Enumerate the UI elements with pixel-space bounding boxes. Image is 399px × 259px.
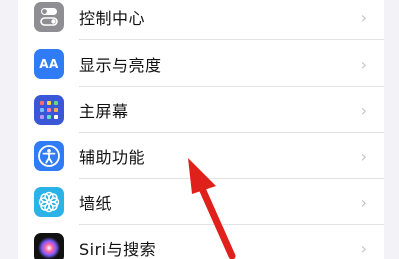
arrow-shaft [196,180,236,259]
red-pointer-arrow [188,158,236,259]
arrow-head [188,158,216,194]
